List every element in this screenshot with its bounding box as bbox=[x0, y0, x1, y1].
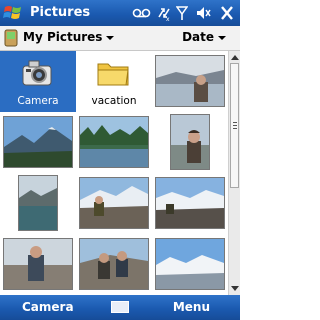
softkey-menu[interactable]: Menu bbox=[173, 300, 210, 314]
grip-line bbox=[233, 122, 237, 123]
photo-thumbnail[interactable] bbox=[76, 112, 152, 173]
connectivity-icon[interactable]: x bbox=[156, 5, 172, 21]
folder-name: My Pictures bbox=[23, 30, 103, 44]
device-icon bbox=[4, 29, 18, 47]
sort-dropdown[interactable]: Date bbox=[182, 30, 226, 44]
folder-icon bbox=[97, 63, 129, 86]
folder-item-vacation[interactable]: vacation bbox=[76, 51, 152, 112]
photo-thumbnail[interactable] bbox=[152, 51, 228, 112]
keyboard-icon[interactable] bbox=[111, 301, 129, 313]
photo-thumbnail[interactable] bbox=[0, 234, 76, 295]
photo-image bbox=[155, 177, 225, 229]
camera-item[interactable]: Camera bbox=[0, 51, 76, 112]
svg-text:x: x bbox=[166, 16, 170, 21]
folder-dropdown[interactable]: My Pictures bbox=[23, 30, 115, 44]
photo-image bbox=[79, 116, 149, 168]
scroll-thumb[interactable] bbox=[230, 63, 239, 188]
scroll-up-arrow[interactable] bbox=[231, 55, 239, 60]
camera-icon bbox=[22, 60, 52, 86]
volume-icon[interactable] bbox=[195, 5, 211, 21]
chevron-down-icon bbox=[106, 35, 115, 40]
camera-label: Camera bbox=[17, 95, 59, 107]
signal-icon[interactable] bbox=[176, 5, 188, 21]
folder-label: vacation bbox=[91, 95, 137, 107]
windows-start-icon[interactable] bbox=[3, 3, 23, 23]
photo-image bbox=[79, 238, 149, 290]
photo-image bbox=[79, 177, 149, 229]
title-bar: Pictures x bbox=[0, 0, 240, 26]
photo-thumbnail[interactable] bbox=[152, 234, 228, 295]
vertical-scrollbar[interactable] bbox=[228, 51, 240, 295]
close-icon[interactable] bbox=[220, 5, 234, 21]
thumbnail-grid: Camera vacation bbox=[0, 51, 228, 295]
grip-line bbox=[233, 125, 237, 126]
photo-thumbnail[interactable] bbox=[76, 234, 152, 295]
photo-image bbox=[3, 116, 73, 168]
window-title: Pictures bbox=[30, 5, 91, 20]
folder-header: My Pictures Date bbox=[0, 26, 240, 51]
photo-image bbox=[155, 238, 225, 290]
photo-image bbox=[170, 114, 210, 170]
photo-thumbnail[interactable] bbox=[0, 112, 76, 173]
softkey-camera[interactable]: Camera bbox=[22, 300, 74, 314]
photo-thumbnail[interactable] bbox=[152, 173, 228, 234]
softkey-bar: Camera Menu bbox=[0, 295, 240, 320]
photo-thumbnail[interactable] bbox=[76, 173, 152, 234]
photo-thumbnail[interactable] bbox=[152, 112, 228, 173]
photo-image bbox=[3, 238, 73, 290]
photo-thumbnail[interactable] bbox=[0, 173, 76, 234]
voicemail-icon[interactable] bbox=[132, 5, 152, 21]
scroll-down-arrow[interactable] bbox=[231, 286, 239, 291]
grip-line bbox=[233, 128, 237, 129]
photo-image bbox=[155, 55, 225, 107]
sort-label: Date bbox=[182, 30, 214, 44]
photo-image bbox=[18, 175, 58, 231]
chevron-down-icon bbox=[218, 35, 226, 40]
